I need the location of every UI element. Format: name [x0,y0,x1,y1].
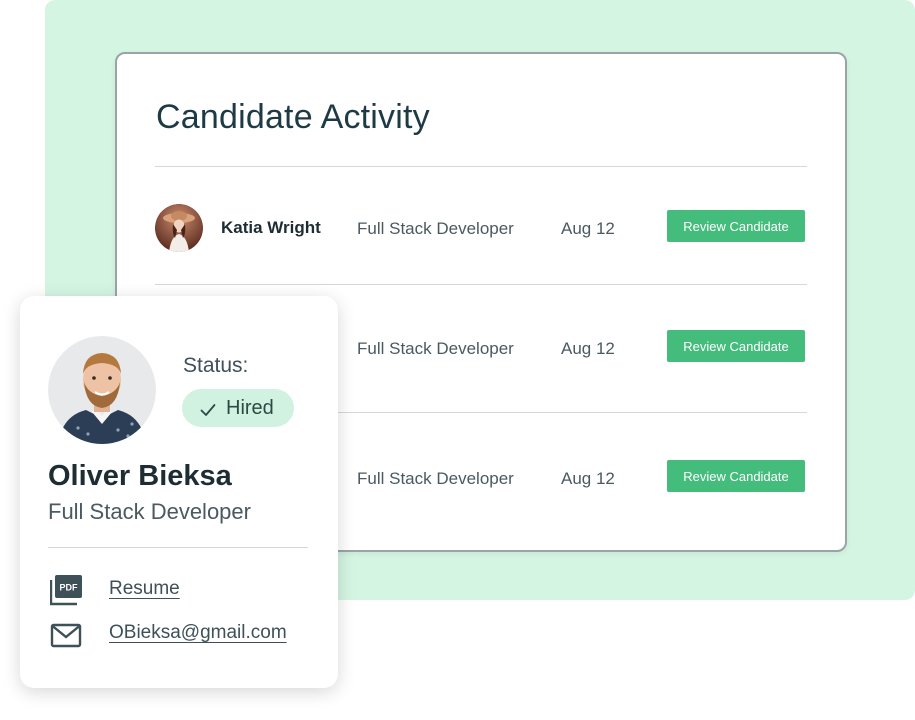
page: Candidate Activity Katia Wright Full Sta… [0,0,915,720]
candidate-row: Katia Wright Full Stack Developer Aug 12… [155,204,807,252]
email-link[interactable]: OBieksa@gmail.com [109,622,287,644]
review-candidate-button[interactable]: Review Candidate [667,330,805,362]
svg-text:PDF: PDF [60,583,79,593]
divider [155,166,807,167]
candidate-role: Full Stack Developer [48,499,251,524]
candidate-role: Full Stack Developer [357,469,514,488]
divider [155,284,807,285]
candidate-date: Aug 12 [561,219,615,238]
review-candidate-button[interactable]: Review Candidate [667,460,805,492]
candidate-date: Aug 12 [561,339,615,358]
candidate-role: Full Stack Developer [357,339,514,358]
candidate-name: Katia Wright [221,218,321,237]
divider [48,547,308,548]
candidate-profile-card: Status: Hired Oliver Bieksa Full Stack D… [20,296,338,688]
mail-icon [50,622,84,652]
candidate-role: Full Stack Developer [357,219,514,238]
candidate-avatar [155,204,203,252]
status-value: Hired [226,397,274,419]
pdf-icon: PDF [49,574,84,606]
candidate-date: Aug 12 [561,469,615,488]
review-candidate-button[interactable]: Review Candidate [667,210,805,242]
card-title: Candidate Activity [156,98,430,136]
avatar [48,336,156,444]
status-label: Status: [183,354,249,377]
resume-link[interactable]: Resume [109,578,180,600]
candidate-name: Oliver Bieksa [48,460,232,492]
check-icon [200,400,216,423]
status-badge: Hired [182,389,294,427]
